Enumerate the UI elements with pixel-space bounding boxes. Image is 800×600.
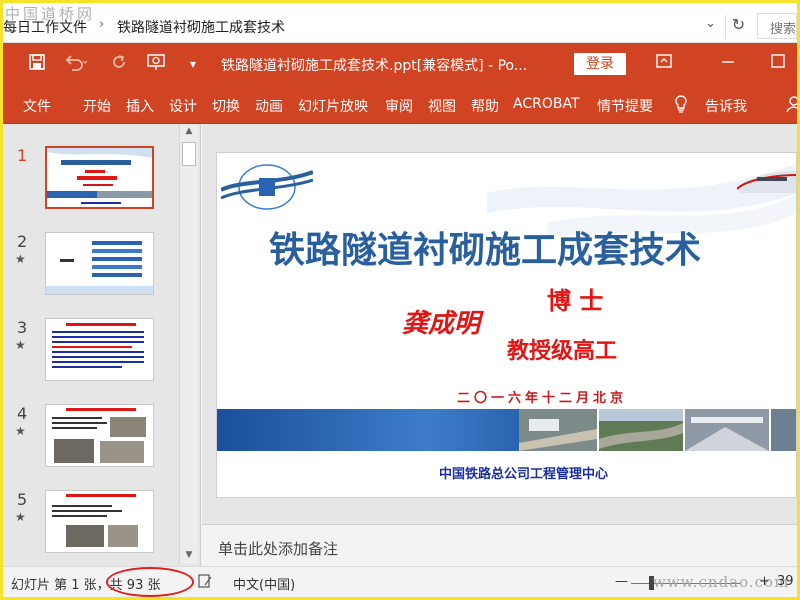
star-icon: ★ (15, 252, 26, 266)
slide-canvas[interactable]: 铁路隧道衬砌施工成套技术 博 士 龚成明 教授级高工 二〇一六年十二月北京 中国… (216, 152, 797, 498)
zoom-in-button[interactable]: + (759, 574, 770, 589)
zoom-level[interactable]: 39 (777, 574, 794, 589)
railway-photo-1 (519, 409, 597, 451)
tab-file[interactable]: 文件 (23, 96, 51, 116)
present-icon[interactable] (145, 53, 169, 75)
tab-slideshow[interactable]: 幻灯片放映 (298, 96, 368, 116)
thumbnail-preview[interactable] (45, 490, 154, 553)
star-icon: ★ (15, 424, 26, 438)
save-icon[interactable] (25, 53, 49, 75)
tell-me-search[interactable]: 告诉我 (705, 96, 747, 116)
thumbnail-slide-3[interactable]: 3 ★ (3, 318, 181, 388)
share-icon[interactable] (785, 94, 799, 118)
tab-acrobat[interactable]: ACROBAT (513, 96, 580, 112)
restore-icon[interactable] (765, 53, 791, 75)
tab-review[interactable]: 审阅 (385, 96, 413, 116)
zoom-out-button[interactable]: — (615, 574, 628, 589)
slide-editor: 铁路隧道衬砌施工成套技术 博 士 龚成明 教授级高工 二〇一六年十二月北京 中国… (202, 124, 797, 524)
undo-icon[interactable] (63, 53, 88, 75)
train-image (737, 171, 796, 193)
thumbnail-preview[interactable] (45, 146, 154, 209)
scroll-down-icon[interactable]: ▼ (180, 550, 198, 560)
railway-photo-2 (599, 409, 683, 451)
thumbnail-slide-2[interactable]: 2 ★ (3, 232, 181, 302)
notes-pane[interactable]: 单击此处添加备注 (202, 524, 797, 566)
thumbnail-number: 1 (17, 146, 28, 165)
tab-design[interactable]: 设计 (169, 96, 197, 116)
refresh-icon[interactable]: ↻ (725, 15, 751, 39)
slide-date: 二〇一六年十二月北京 (457, 391, 628, 406)
scrollbar-thumb[interactable] (182, 142, 196, 166)
language-status[interactable]: 中文(中国) (233, 574, 295, 593)
tab-help[interactable]: 帮助 (471, 96, 499, 116)
thumbnail-slide-1[interactable]: 1 (3, 146, 181, 216)
thumbnail-number: 4 (17, 404, 28, 423)
breadcrumb-folder[interactable]: 每日工作文件 (3, 17, 87, 37)
blue-banner (217, 409, 519, 451)
thumbnail-preview[interactable] (45, 404, 154, 467)
login-button[interactable]: 登录 (574, 53, 626, 75)
chevron-right-icon: › (99, 17, 105, 32)
tab-animations[interactable]: 动画 (255, 96, 283, 116)
railway-photo-3 (685, 409, 769, 451)
slide-title: 铁路隧道衬砌施工成套技术 (269, 229, 702, 271)
star-icon: ★ (15, 338, 26, 352)
slide-author-role: 教授级高工 (507, 338, 618, 364)
window-title: 铁路隧道衬砌施工成套技术.ppt[兼容模式] - Po... (221, 58, 528, 74)
notes-icon[interactable] (197, 573, 213, 593)
thumbnail-scrollbar[interactable]: ▲ ▼ (179, 124, 198, 564)
address-bar: 中国道桥网 每日工作文件 › 铁路隧道衬砌施工成套技术 ⌄ ↻ 搜索 (3, 3, 797, 43)
ribbon-display-icon[interactable] (651, 53, 677, 75)
slide-thumbnail-pane: 1 2 ★ 3 ★ 4 ★ 5 ★ ▲ ▼ (3, 124, 201, 566)
thumbnail-number: 3 (17, 318, 28, 337)
redo-icon[interactable] (107, 53, 131, 75)
search-input[interactable]: 搜索 (757, 13, 797, 39)
thumbnail-preview[interactable] (45, 232, 154, 295)
thumbnail-slide-4[interactable]: 4 ★ (3, 404, 181, 474)
notes-placeholder[interactable]: 单击此处添加备注 (218, 538, 338, 559)
tab-view[interactable]: 视图 (428, 96, 456, 116)
highlight-circle (106, 567, 194, 597)
scroll-up-icon[interactable]: ▲ (180, 126, 198, 136)
railway-photo-4 (771, 409, 796, 451)
slide-author-name: 龚成明 (402, 309, 481, 339)
lightbulb-icon (673, 94, 689, 118)
slide-degree: 博 士 (547, 286, 604, 315)
slide-organization: 中国铁路总公司工程管理中心 (439, 467, 609, 482)
thumbnail-preview[interactable] (45, 318, 154, 381)
ribbon-tabs: 文件 开始 插入 设计 切换 动画 幻灯片放映 审阅 视图 帮助 ACROBAT… (3, 86, 799, 124)
customize-icon[interactable]: ▾ (181, 57, 205, 79)
thumbnail-number: 5 (17, 490, 28, 509)
title-bar: ▾ 铁路隧道衬砌施工成套技术.ppt[兼容模式] - Po... 登录 (3, 43, 797, 86)
thumbnail-slide-5[interactable]: 5 ★ (3, 490, 181, 560)
minimize-icon[interactable] (715, 53, 741, 75)
railway-logo-icon (221, 164, 313, 210)
star-icon: ★ (15, 510, 26, 524)
breadcrumb-current[interactable]: 铁路隧道衬砌施工成套技术 (117, 17, 285, 37)
tab-storyboard[interactable]: 情节提要 (597, 96, 653, 116)
chevron-down-icon[interactable]: ⌄ (705, 16, 716, 31)
tab-home[interactable]: 开始 (83, 96, 111, 116)
tab-insert[interactable]: 插入 (126, 96, 154, 116)
tab-transitions[interactable]: 切换 (212, 96, 240, 116)
thumbnail-number: 2 (17, 232, 28, 251)
